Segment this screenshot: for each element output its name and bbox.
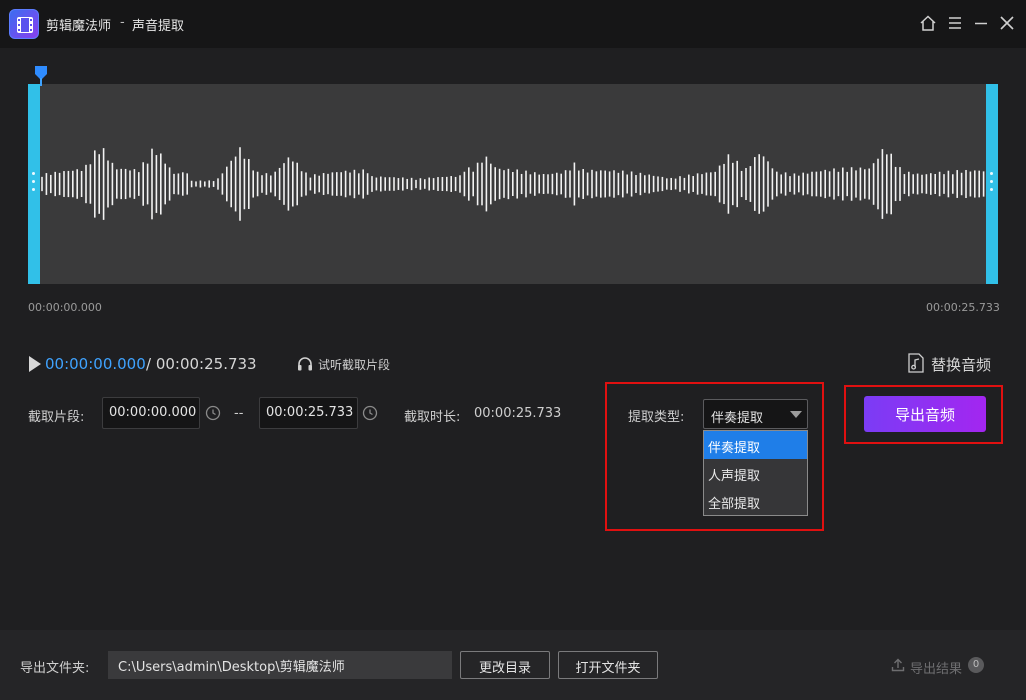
menu-icon[interactable] xyxy=(946,14,964,32)
duration-value: 00:00:25.733 xyxy=(474,406,562,421)
extract-type-dropdown: 伴奏提取 人声提取 全部提取 xyxy=(703,430,808,516)
change-directory-button[interactable]: 更改目录 xyxy=(460,651,550,679)
title-bar: 剪辑魔法师 - 声音提取 xyxy=(0,0,1026,48)
option-all[interactable]: 全部提取 xyxy=(704,487,807,515)
export-folder-label: 导出文件夹: xyxy=(20,661,90,676)
page-title: 声音提取 xyxy=(132,19,185,34)
chevron-down-icon xyxy=(790,411,802,418)
upload-icon xyxy=(891,658,905,672)
trim-end-handle[interactable] xyxy=(986,84,998,284)
extract-type-select[interactable]: 伴奏提取 xyxy=(703,399,808,429)
film-icon xyxy=(17,17,33,33)
preview-clip-label: 试听截取片段 xyxy=(318,358,391,372)
option-vocals[interactable]: 人声提取 xyxy=(704,459,807,487)
export-results-label: 导出结果 xyxy=(910,662,963,677)
segment-label: 截取片段: xyxy=(28,410,85,425)
close-icon[interactable] xyxy=(998,14,1016,32)
home-icon[interactable] xyxy=(919,14,937,32)
export-results-count: 0 xyxy=(968,657,984,673)
extract-type-selected: 伴奏提取 xyxy=(711,411,764,426)
waveform xyxy=(41,147,985,221)
open-folder-button[interactable]: 打开文件夹 xyxy=(558,651,658,679)
music-file-icon xyxy=(908,353,924,373)
replace-audio-button[interactable]: 替换音频 xyxy=(906,351,1006,375)
replace-audio-label: 替换音频 xyxy=(931,356,992,374)
duration-label: 截取时长: xyxy=(404,410,461,425)
clip-start-input[interactable]: 00:00:00.000 xyxy=(102,397,200,429)
playhead-line xyxy=(40,78,42,86)
clock-reset-icon[interactable] xyxy=(361,404,379,422)
title-separator: - xyxy=(120,15,125,30)
timeline-start-label: 00:00:00.000 xyxy=(28,301,102,314)
app-name: 剪辑魔法师 xyxy=(46,19,112,34)
current-time: 00:00:00.000 xyxy=(45,355,146,373)
clip-end-input[interactable]: 00:00:25.733 xyxy=(259,397,358,429)
export-audio-button[interactable]: 导出音频 xyxy=(864,396,986,432)
export-folder-path[interactable]: C:\Users\admin\Desktop\剪辑魔法师 xyxy=(108,651,452,679)
trim-start-handle[interactable] xyxy=(28,84,40,284)
app-logo xyxy=(9,9,39,39)
extract-type-label: 提取类型: xyxy=(628,410,685,425)
play-icon[interactable] xyxy=(28,355,42,373)
clock-reset-icon[interactable] xyxy=(204,404,222,422)
headphones-icon xyxy=(298,357,312,371)
option-accompaniment[interactable]: 伴奏提取 xyxy=(704,431,807,459)
total-time: / 00:00:25.733 xyxy=(146,355,257,373)
minimize-icon[interactable] xyxy=(972,14,990,32)
range-separator: -- xyxy=(234,406,244,421)
timeline-end-label: 00:00:25.733 xyxy=(926,301,1000,314)
